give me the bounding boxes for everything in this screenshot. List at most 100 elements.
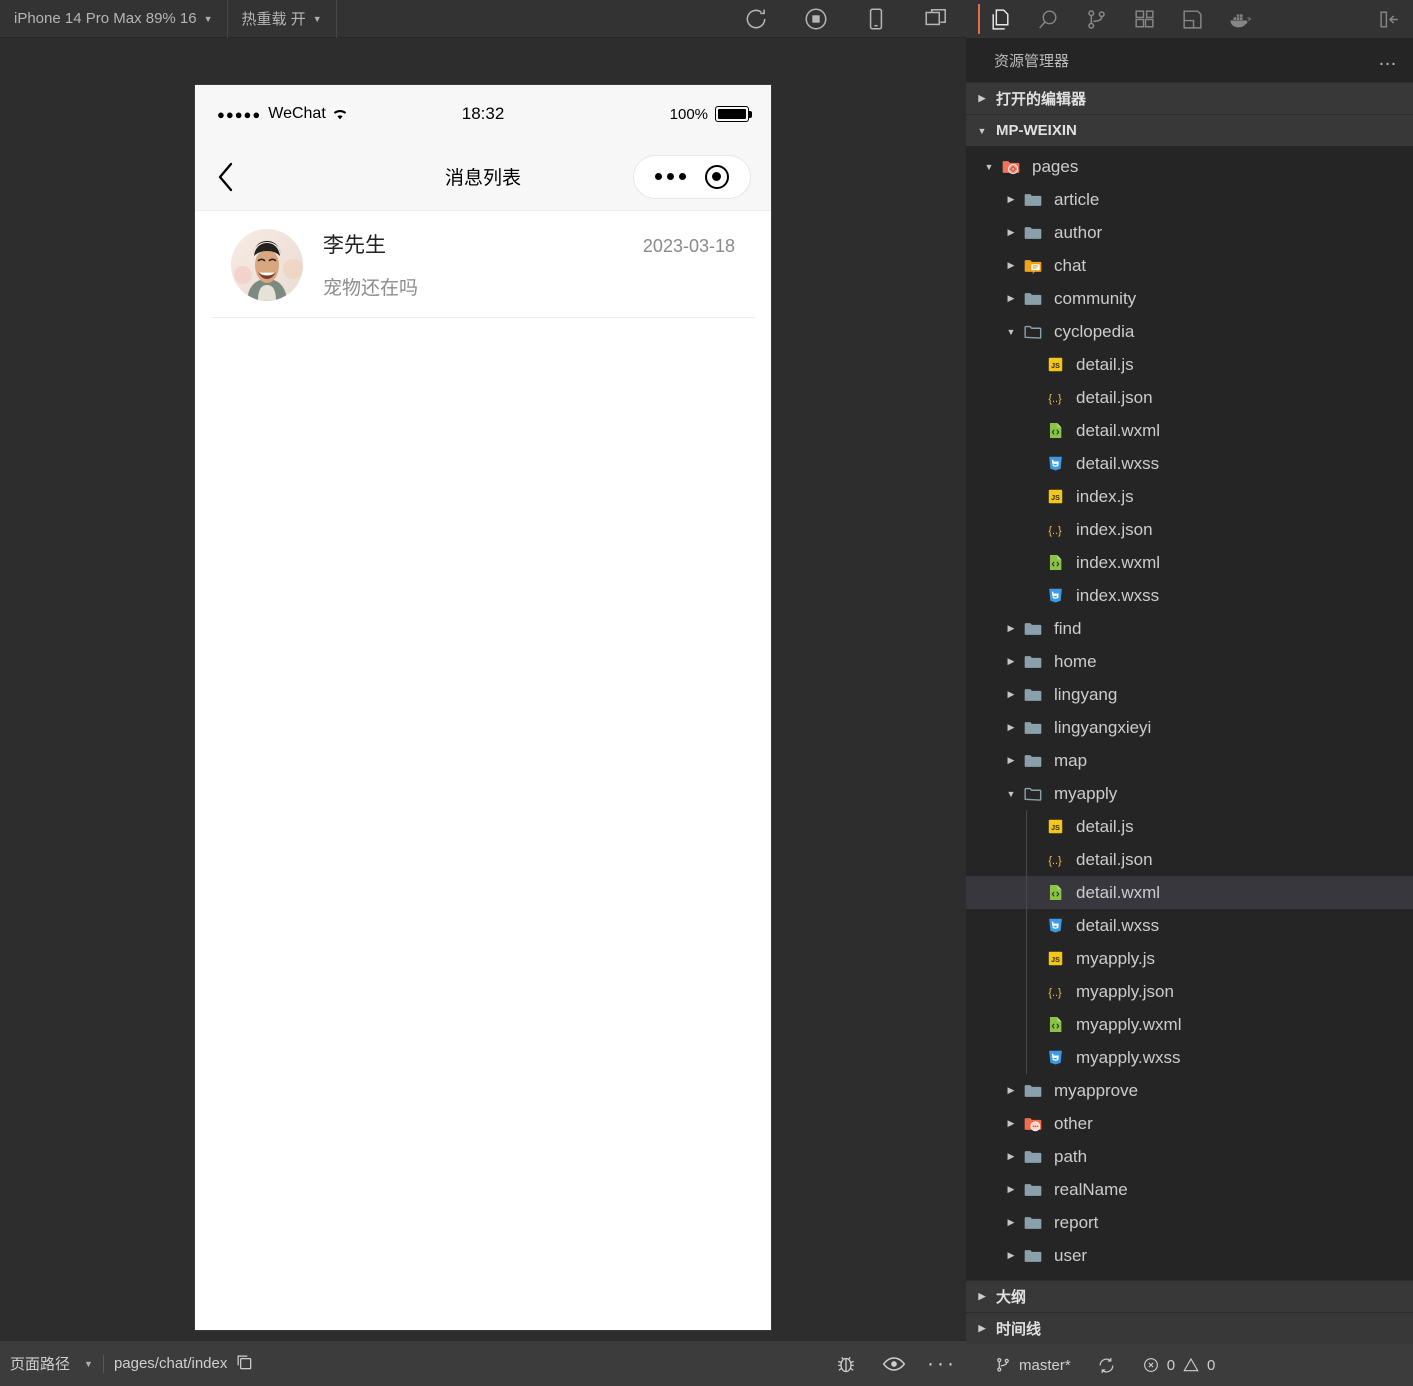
folder-icon: [1020, 718, 1046, 738]
stop-record-icon[interactable]: [786, 0, 846, 38]
windows-icon[interactable]: [906, 0, 966, 38]
chevron-right-icon[interactable]: ▶: [1002, 1118, 1020, 1129]
chevron-right-icon[interactable]: ▶: [1002, 689, 1020, 700]
chevron-right-icon[interactable]: ▶: [1002, 722, 1020, 733]
search-icon[interactable]: [1024, 0, 1072, 38]
tree-file-myapply-js[interactable]: JS myapply.js: [966, 942, 1413, 975]
tree-folder-report[interactable]: ▶ report: [966, 1206, 1413, 1239]
ellipsis-icon[interactable]: ···: [918, 1341, 966, 1386]
section-timeline[interactable]: ▶ 时间线: [966, 1312, 1413, 1344]
indent-guide: [1026, 1041, 1027, 1074]
problems-indicator[interactable]: 0 0: [1132, 1344, 1226, 1386]
tree-file-detail-js[interactable]: JS detail.js: [966, 348, 1413, 381]
tree-file-detail-json[interactable]: {..} detail.json: [966, 381, 1413, 414]
file-tree[interactable]: ▼ pages ▶ article ▶ author ▶ chat ▶ community ▼ cyc…: [966, 146, 1413, 1280]
tree-folder-find[interactable]: ▶ find: [966, 612, 1413, 645]
chevron-right-icon[interactable]: ▶: [1002, 1151, 1020, 1162]
chevron-down-icon[interactable]: ▼: [980, 162, 998, 172]
more-dots-icon[interactable]: [655, 173, 687, 180]
tree-folder-myapprove[interactable]: ▶ myapprove: [966, 1074, 1413, 1107]
chevron-right-icon[interactable]: ▶: [1002, 656, 1020, 667]
page-path-selector[interactable]: 页面路径 ▼: [0, 1341, 103, 1386]
tree-item-label: article: [1054, 189, 1100, 209]
section-workspace-root[interactable]: ▼ MP-WEIXIN: [966, 114, 1413, 146]
tree-folder-other[interactable]: ▶ other: [966, 1107, 1413, 1140]
tree-item-label: detail.wxss: [1076, 453, 1160, 473]
chevron-down-icon[interactable]: ▼: [1002, 327, 1020, 337]
tree-folder-chat[interactable]: ▶ chat: [966, 249, 1413, 282]
tree-folder-path[interactable]: ▶ path: [966, 1140, 1413, 1173]
chevron-right-icon: ▶: [978, 1291, 986, 1301]
phone-icon[interactable]: [846, 0, 906, 38]
chevron-right-icon[interactable]: ▶: [1002, 623, 1020, 634]
explorer-more-icon[interactable]: …: [1378, 49, 1399, 71]
device-selector[interactable]: iPhone 14 Pro Max 89% 16 ▼: [0, 0, 228, 38]
branch-indicator[interactable]: master*: [984, 1344, 1081, 1386]
target-circle-icon[interactable]: [704, 164, 729, 189]
chevron-right-icon[interactable]: ▶: [1002, 194, 1020, 205]
chevron-right-icon[interactable]: ▶: [1002, 1085, 1020, 1096]
page-path-value: pages/chat/index: [104, 1341, 264, 1386]
tree-folder-map[interactable]: ▶ map: [966, 744, 1413, 777]
refresh-icon[interactable]: [726, 0, 786, 38]
tree-item-label: detail.wxml: [1076, 882, 1161, 902]
indent-guide: [1026, 975, 1027, 1008]
chevron-right-icon[interactable]: ▶: [1002, 755, 1020, 766]
tree-folder-community[interactable]: ▶ community: [966, 282, 1413, 315]
tree-file-myapply-wxml[interactable]: myapply.wxml: [966, 1008, 1413, 1041]
copy-icon[interactable]: [234, 1352, 254, 1376]
chevron-right-icon[interactable]: ▶: [1002, 293, 1020, 304]
eye-icon[interactable]: [870, 1341, 918, 1386]
chevron-right-icon[interactable]: ▶: [1002, 260, 1020, 271]
tree-folder-realName[interactable]: ▶ realName: [966, 1173, 1413, 1206]
sync-button[interactable]: [1087, 1344, 1126, 1386]
tree-item-label: lingyangxieyi: [1054, 717, 1152, 737]
tree-item-label: index.wxml: [1076, 552, 1161, 572]
tree-file-myapply-wxss[interactable]: myapply.wxss: [966, 1041, 1413, 1074]
chevron-right-icon: ▶: [978, 1323, 986, 1333]
tree-folder-author[interactable]: ▶ author: [966, 216, 1413, 249]
tree-file-detail-json[interactable]: {..} detail.json: [966, 843, 1413, 876]
back-button[interactable]: [215, 160, 249, 194]
tree-file-index-json[interactable]: {..} index.json: [966, 513, 1413, 546]
chevron-left-icon: [218, 162, 233, 191]
tree-file-index-js[interactable]: JS index.js: [966, 480, 1413, 513]
chevron-right-icon[interactable]: ▶: [1002, 1217, 1020, 1228]
tree-folder-home[interactable]: ▶ home: [966, 645, 1413, 678]
section-outline[interactable]: ▶ 大纲: [966, 1280, 1413, 1312]
section-open-editors[interactable]: ▶ 打开的编辑器: [966, 82, 1413, 114]
chevron-right-icon[interactable]: ▶: [1002, 1250, 1020, 1261]
list-item[interactable]: 李先生 2023-03-18 宠物还在吗: [211, 211, 755, 318]
tree-file-detail-wxss[interactable]: detail.wxss: [966, 909, 1413, 942]
js-icon: JS: [1042, 949, 1068, 968]
extensions-icon[interactable]: [1120, 0, 1168, 38]
tree-folder-pages[interactable]: ▼ pages: [966, 150, 1413, 183]
wxml-icon: [1042, 421, 1068, 440]
tree-folder-myapply[interactable]: ▼ myapply: [966, 777, 1413, 810]
statusbar-left: ●●●●● WeChat: [217, 105, 462, 123]
tree-folder-lingyang[interactable]: ▶ lingyang: [966, 678, 1413, 711]
tree-file-index-wxml[interactable]: index.wxml: [966, 546, 1413, 579]
tree-file-index-wxss[interactable]: index.wxss: [966, 579, 1413, 612]
chevron-right-icon[interactable]: ▶: [1002, 1184, 1020, 1195]
tree-folder-lingyangxieyi[interactable]: ▶ lingyangxieyi: [966, 711, 1413, 744]
chevron-down-icon[interactable]: ▼: [1002, 789, 1020, 799]
tree-folder-user[interactable]: ▶ user: [966, 1239, 1413, 1272]
tree-file-detail-js[interactable]: JS detail.js: [966, 810, 1413, 843]
tree-folder-article[interactable]: ▶ article: [966, 183, 1413, 216]
chevron-right-icon[interactable]: ▶: [1002, 227, 1020, 238]
explorer-icon[interactable]: [976, 0, 1024, 38]
hot-reload-selector[interactable]: 热重载 开 ▼: [228, 0, 337, 38]
tree-folder-cyclopedia[interactable]: ▼ cyclopedia: [966, 315, 1413, 348]
tree-file-detail-wxml[interactable]: detail.wxml: [966, 414, 1413, 447]
tree-file-detail-wxss[interactable]: detail.wxss: [966, 447, 1413, 480]
bug-icon[interactable]: [822, 1341, 870, 1386]
tree-file-myapply-json[interactable]: {..} myapply.json: [966, 975, 1413, 1008]
capsule-menu[interactable]: [633, 154, 751, 199]
message-list: 李先生 2023-03-18 宠物还在吗: [195, 211, 771, 1330]
docker-icon[interactable]: [1216, 0, 1264, 38]
layout-panel-icon[interactable]: [1168, 0, 1216, 38]
toggle-sidebar-icon[interactable]: [1365, 0, 1413, 38]
tree-file-detail-wxml[interactable]: detail.wxml: [966, 876, 1413, 909]
source-control-icon[interactable]: [1072, 0, 1120, 38]
